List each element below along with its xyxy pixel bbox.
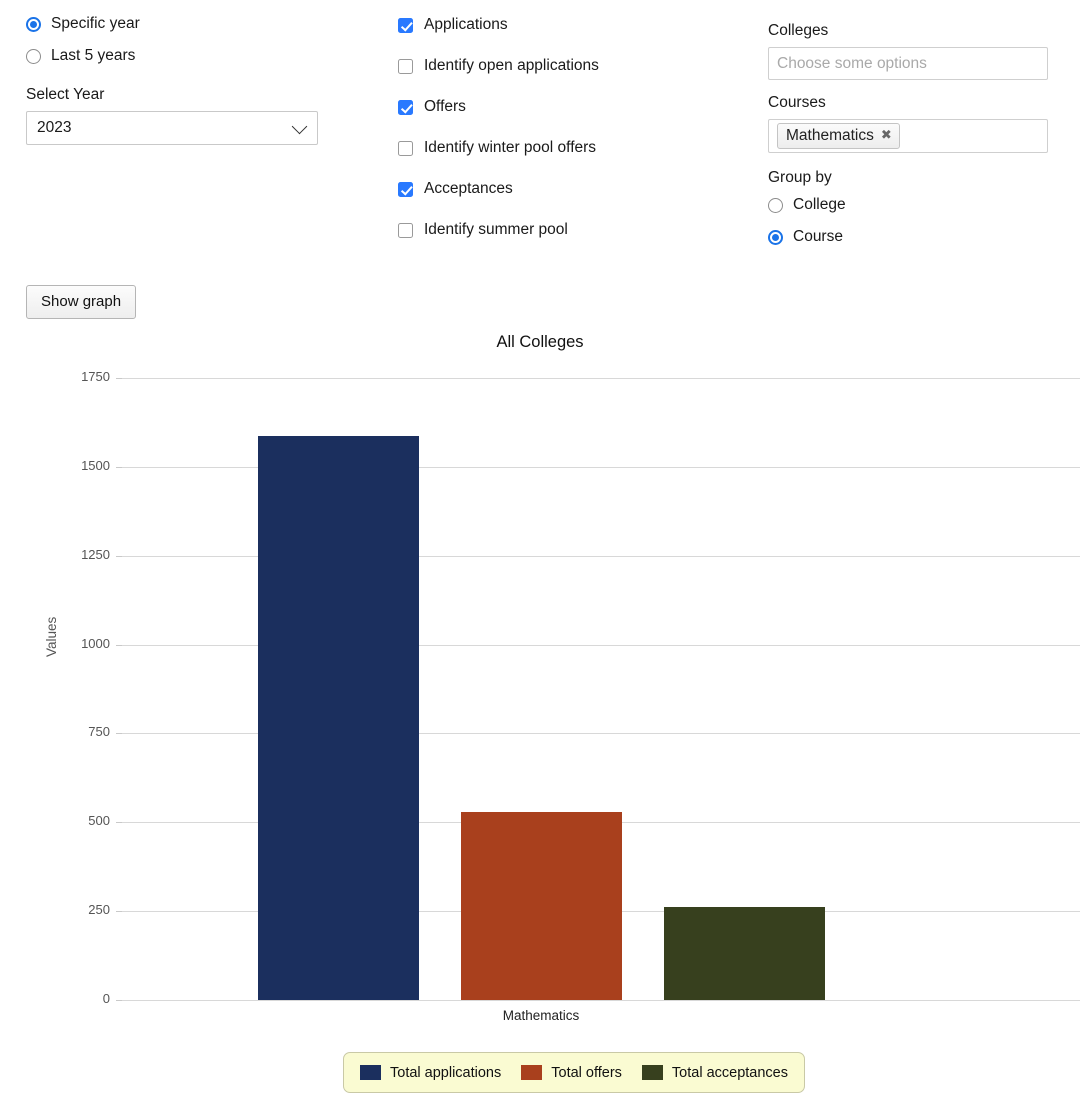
chart-y-tick-mark [116, 555, 122, 557]
legend-color-swatch [521, 1065, 543, 1080]
chevron-down-icon [291, 118, 308, 135]
radio-group-by-college[interactable]: College [768, 193, 1068, 217]
chart-gridline [122, 1000, 1080, 1001]
legend-color-swatch [360, 1065, 381, 1080]
checkbox-applications-box[interactable] [398, 17, 413, 33]
legend-item-label: Total offers [551, 1064, 622, 1081]
select-year-label: Select Year [26, 86, 105, 103]
checkbox-offers-label: Offers [424, 98, 466, 115]
select-year-value: 2023 [37, 119, 72, 136]
chart-y-tick-mark [116, 1000, 122, 1001]
course-tag-mathematics[interactable]: Mathematics ✖ [777, 122, 900, 150]
checkbox-offers-box[interactable] [398, 99, 413, 115]
chart-y-tick-label: 250 [88, 902, 110, 918]
close-icon[interactable]: ✖ [881, 127, 892, 143]
chart-gridline [122, 378, 1080, 379]
radio-specific-year-label: Specific year [51, 15, 140, 33]
select-year-dropdown[interactable]: 2023 [26, 111, 318, 145]
group-by-label: Group by [768, 169, 832, 186]
chart-y-tick-mark [116, 644, 122, 646]
courses-label: Courses [768, 94, 826, 111]
checkbox-offers[interactable]: Offers [398, 96, 758, 118]
legend-item-label: Total applications [390, 1064, 502, 1081]
radio-group-by-course[interactable]: Course [768, 225, 1068, 249]
chart-y-tick-mark [116, 733, 122, 735]
courses-multiselect[interactable]: Mathematics ✖ [768, 119, 1048, 153]
chart-x-tick-label: Mathematics [502, 1008, 580, 1023]
checkbox-identify-open-applications-box[interactable] [398, 58, 413, 74]
radio-group-by-college-label: College [793, 196, 846, 214]
radio-last-5-years[interactable]: Last 5 years [26, 44, 366, 68]
checkbox-identify-open-applications[interactable]: Identify open applications [398, 55, 758, 77]
legend-color-swatch [641, 1065, 663, 1080]
checkbox-applications-label: Applications [424, 16, 508, 33]
chart-plot-area: 0 250 500 750 1000 1250 1500 1750 Mathematics [81, 369, 1080, 1023]
chart-y-tick-label: 1500 [81, 457, 110, 473]
chart-bar [460, 812, 622, 1000]
filters-column: Colleges Choose some options Courses Mat… [768, 22, 1068, 249]
show-graph-button[interactable]: Show graph [26, 285, 137, 319]
chart-y-tick-label: 1000 [81, 635, 110, 651]
radio-group-by-course-indicator[interactable] [768, 229, 783, 245]
checkbox-identify-winter-pool-offers-label: Identify winter pool offers [424, 139, 597, 156]
chart-y-tick-label: 750 [88, 724, 110, 740]
chart-y-tick-label: 1250 [81, 546, 110, 562]
radio-last-5-years-indicator[interactable] [26, 48, 41, 64]
legend-item-label: Total acceptances [671, 1064, 788, 1081]
colleges-multiselect[interactable]: Choose some options [768, 47, 1048, 80]
year-selection-column: Specific year Last 5 years Select Year 2… [26, 12, 366, 145]
radio-specific-year-indicator[interactable] [26, 16, 41, 32]
checkbox-acceptances[interactable]: Acceptances [398, 178, 758, 200]
filter-controls: Specific year Last 5 years Select Year 2… [0, 0, 1080, 319]
chart-y-tick-mark [116, 378, 122, 379]
checkbox-identify-winter-pool-offers-box[interactable] [398, 140, 413, 156]
checkbox-identify-open-applications-label: Identify open applications [424, 57, 599, 74]
checkbox-identify-summer-pool-box[interactable] [398, 222, 413, 238]
chart-y-tick-mark [116, 911, 122, 913]
legend-item[interactable]: Total acceptances [641, 1064, 788, 1081]
chart-y-tick-mark [116, 466, 122, 468]
radio-last-5-years-label: Last 5 years [51, 47, 136, 65]
course-tag-label: Mathematics [786, 126, 874, 144]
chart-y-tick-mark [116, 822, 122, 824]
checkbox-identify-winter-pool-offers[interactable]: Identify winter pool offers [398, 137, 758, 159]
checkbox-acceptances-label: Acceptances [424, 180, 513, 197]
chart-title: All Colleges [496, 333, 584, 351]
chart-legend: Total applications Total offers Total acce… [343, 1052, 805, 1093]
chart-y-tick-label: 1750 [81, 369, 110, 384]
chart-container: All Colleges Values 0 250 500 750 1000 1250 15… [0, 325, 1080, 1113]
checkbox-identify-summer-pool-label: Identify summer pool [424, 221, 568, 238]
colleges-label: Colleges [768, 22, 829, 39]
legend-item[interactable]: Total applications [360, 1065, 501, 1081]
checkbox-applications[interactable]: Applications [398, 14, 758, 36]
radio-specific-year[interactable]: Specific year [26, 12, 366, 36]
legend-item[interactable]: Total offers [521, 1065, 622, 1081]
chart-y-tick-label: 500 [88, 813, 110, 829]
checkbox-acceptances-box[interactable] [398, 181, 413, 197]
chart-bar [663, 907, 825, 1000]
chart-bar [257, 435, 419, 1000]
radio-group-by-college-indicator[interactable] [768, 197, 783, 213]
radio-group-by-course-label: Course [793, 228, 843, 246]
checkbox-identify-summer-pool[interactable]: Identify summer pool [398, 219, 758, 241]
chart-y-tick-label: 0 [102, 991, 110, 1006]
metrics-column: Applications Identify open applications … [398, 14, 758, 241]
colleges-placeholder: Choose some options [777, 54, 927, 72]
